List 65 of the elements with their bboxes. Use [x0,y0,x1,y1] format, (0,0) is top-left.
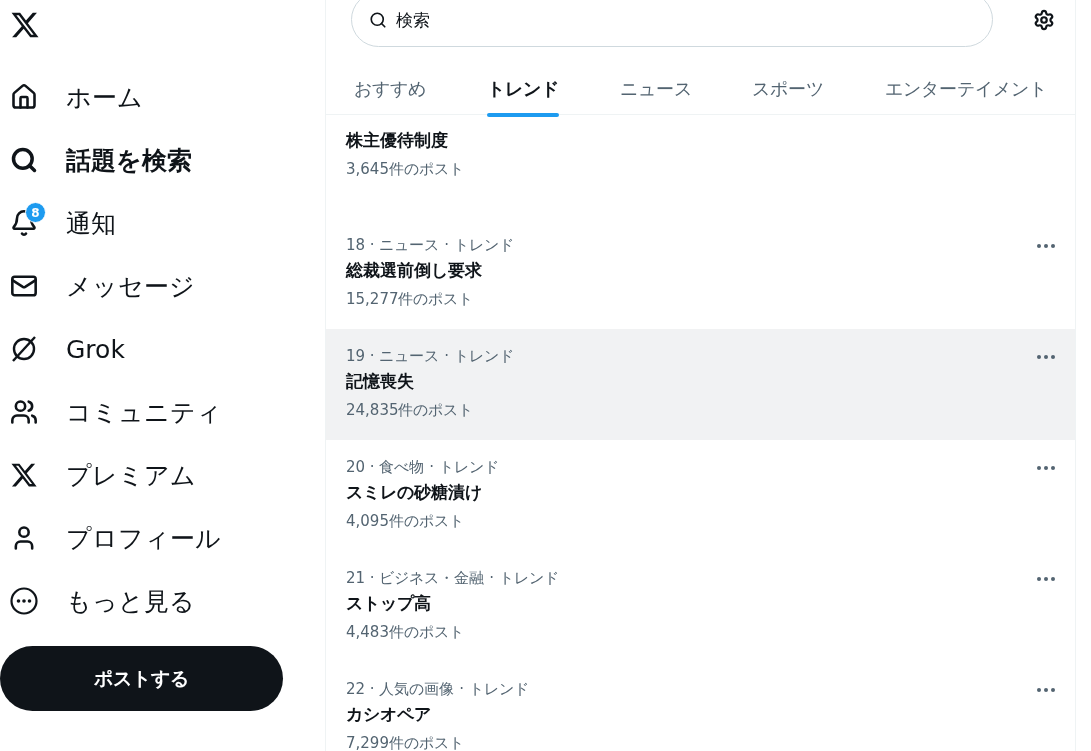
tab[interactable]: ニュース [619,64,692,114]
x-logo-icon[interactable] [9,10,41,40]
more-icon [1037,466,1055,470]
nav-label: プロフィール [66,522,221,555]
search-icon [10,146,38,174]
nav-label: もっと見る [66,585,195,618]
tab[interactable]: スポーツ [752,64,825,114]
post-count: 4,483件のポスト [346,623,464,642]
nav-item[interactable]: 8 通知 [0,198,325,248]
mail-icon [10,272,38,300]
trend-name: カシオペア [346,703,431,726]
nav-label: メッセージ [66,270,195,303]
nav-item[interactable]: コミュニティ [0,387,325,437]
bell-icon [10,209,38,237]
nav-label: 話題を検索 [66,144,192,177]
post-count: 3,645件のポスト [346,160,464,179]
more-button[interactable] [1037,244,1055,248]
search-field[interactable]: 検索 [351,0,993,47]
nav-item[interactable]: メッセージ [0,261,325,311]
post-count: 24,835件のポスト [346,401,474,420]
nav-item[interactable]: ホーム [0,72,325,122]
nav-label: プレミアム [66,459,196,492]
trend-name: ストップ高 [346,592,431,615]
nav-label: 通知 [66,207,116,240]
post-count: 4,095件のポスト [346,512,464,531]
more-button[interactable] [1037,577,1055,581]
trend-item[interactable]: 19 · ニュース · トレンド 記憶喪失 24,835件のポスト [326,329,1075,440]
trend-name: スミレの砂糖漬け [346,481,482,504]
tab[interactable]: エンターテイメント [885,64,1047,114]
trend-name: 記憶喪失 [346,370,414,393]
post-count: 15,277件のポスト [346,290,474,309]
tab[interactable]: おすすめ [354,64,426,114]
more-icon [1037,688,1055,692]
nav-item[interactable]: もっと見る [0,576,325,626]
nav-label: ホーム [66,81,143,114]
slashed-circle-icon [9,334,39,364]
more-button[interactable] [1037,688,1055,692]
trend-category: 21 · ビジネス・金融 · トレンド [346,569,559,588]
post-count: 7,299件のポスト [346,734,464,751]
more-circle-icon [9,586,39,616]
trend-category: 22 · 人気の画像 · トレンド [346,680,529,699]
tab[interactable]: トレンド [486,64,559,114]
trend-name: 株主優待制度 [346,129,448,152]
trend-category: 18 · ニュース · トレンド [346,236,514,255]
x-logo-icon [10,461,38,489]
nav-item[interactable]: Grok [0,324,325,374]
trend-category: 20 · 食べ物 · トレンド [346,458,499,477]
post-button[interactable]: ポストする [0,646,283,711]
nav-item[interactable]: 話題を検索 [0,135,325,185]
nav-item[interactable]: プレミアム [0,450,325,500]
nav-label: Grok [66,334,125,364]
search-icon [369,11,387,29]
trend-category: 19 · ニュース · トレンド [346,347,514,366]
more-icon [1037,244,1055,248]
trend-name: 総裁選前倒し要求 [346,259,482,282]
notification-badge: 8 [25,202,46,223]
more-button[interactable] [1037,466,1055,470]
nav-item[interactable]: プロフィール [0,513,325,563]
more-icon [1037,577,1055,581]
more-icon [1037,355,1055,359]
people-icon [10,398,38,426]
nav-label: コミュニティ [66,396,222,429]
settings-button[interactable] [1033,8,1055,31]
more-button[interactable] [1037,355,1055,359]
home-icon [10,83,38,111]
